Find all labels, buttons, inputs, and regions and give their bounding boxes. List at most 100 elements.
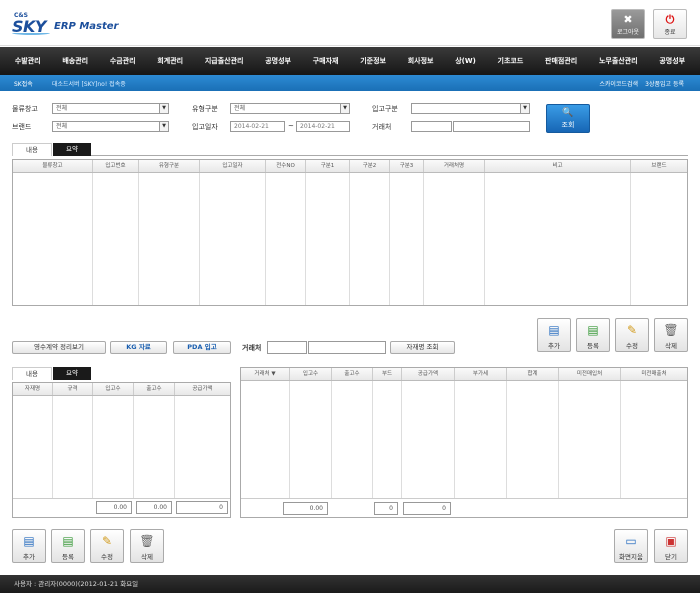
- material-grid-header: 자재명 규격 입고수 출고수 공급가액: [13, 383, 230, 396]
- close-button[interactable]: ▣ 닫기: [654, 529, 688, 563]
- bottom-delete-button[interactable]: 🗑 삭제: [130, 529, 164, 563]
- breadcrumb-current: 3상품입고 등록: [645, 81, 684, 88]
- menu-item[interactable]: 기준정보: [360, 56, 386, 66]
- warehouse-label: 물류창고: [12, 105, 38, 113]
- mid-vendor-code-input[interactable]: [267, 341, 307, 354]
- col-r-in-qty[interactable]: 입고수: [290, 368, 332, 380]
- col-r-vat[interactable]: 부가세: [455, 368, 507, 380]
- date-from-input[interactable]: 2014-02-21: [230, 121, 285, 132]
- vendor-name-input[interactable]: [453, 121, 530, 132]
- menu-item[interactable]: 배송관리: [62, 56, 88, 66]
- clear-screen-button[interactable]: ▭ 화면지움: [614, 529, 648, 563]
- col-r-supply[interactable]: 공급가액: [402, 368, 455, 380]
- add-doc-icon: ▤: [548, 323, 560, 337]
- type-select[interactable]: 전체 ▼: [230, 103, 350, 114]
- col-vendor-label: 거래처: [254, 371, 270, 377]
- col-in-qty[interactable]: 입고수: [93, 383, 134, 395]
- bottom-register-button[interactable]: ▤ 등록: [51, 529, 85, 563]
- delete-button[interactable]: 🗑 삭제: [654, 318, 688, 352]
- logo-swoosh: [12, 31, 50, 35]
- menu-item[interactable]: 회계관리: [157, 56, 183, 66]
- contract-history-button[interactable]: 영수계약 정리보기: [12, 341, 106, 354]
- menu-item[interactable]: 구매자재: [313, 56, 339, 66]
- tab-summary[interactable]: 요약: [53, 143, 91, 156]
- menu-item[interactable]: 상(W): [455, 56, 476, 66]
- col-warehouse[interactable]: 물류창고: [13, 160, 93, 172]
- vendor-label: 거래처: [372, 123, 392, 131]
- search-button[interactable]: 🔍 조회: [546, 104, 590, 133]
- material-search-button[interactable]: 자재명 조회: [390, 341, 455, 354]
- sum-out-qty: 0.00: [136, 501, 172, 514]
- vendor-code-input[interactable]: [411, 121, 452, 132]
- register-button[interactable]: ▤ 등록: [576, 318, 610, 352]
- col-r-unit[interactable]: 부드: [373, 368, 402, 380]
- brand-select[interactable]: 전체 ▼: [52, 121, 169, 132]
- col-vendor[interactable]: 거래처 ▼: [241, 368, 290, 380]
- warehouse-value: 전체: [56, 105, 68, 112]
- add-label: 추가: [548, 342, 560, 350]
- search-label: 조회: [561, 121, 575, 129]
- bottom-delete-label: 삭제: [141, 553, 153, 561]
- grid-line: [174, 396, 175, 499]
- code-search-link[interactable]: 스카이코드검색: [599, 79, 638, 88]
- logout-label: 로그아웃: [616, 29, 640, 36]
- grid-line: [289, 381, 290, 499]
- col-class3[interactable]: 구분3: [390, 160, 424, 172]
- col-spec[interactable]: 규격: [53, 383, 93, 395]
- col-supply-amount[interactable]: 공급가액: [175, 383, 230, 395]
- grid-line: [620, 381, 621, 499]
- warehouse-select[interactable]: 전체 ▼: [52, 103, 169, 114]
- menu-item[interactable]: 노무출산관리: [599, 56, 638, 66]
- close-label: 닫기: [665, 553, 677, 561]
- col-class2[interactable]: 구분2: [350, 160, 390, 172]
- logout-button[interactable]: ✖ 로그아웃: [611, 9, 645, 39]
- bottom-add-button[interactable]: ▤ 추가: [12, 529, 46, 563]
- col-material-name[interactable]: 자재명: [13, 383, 53, 395]
- menu-item[interactable]: 공명성부: [265, 56, 291, 66]
- bottom-edit-button[interactable]: ✎ 수정: [90, 529, 124, 563]
- date-to-input[interactable]: 2014-02-21: [296, 121, 350, 132]
- menu-item[interactable]: 기초코드: [498, 56, 524, 66]
- status-subbar: SK접속 대소드서버 [SKY]no! 접속중 스카이코드검색 3상품입고 등록: [0, 75, 700, 91]
- tab-content[interactable]: 내용: [12, 143, 52, 156]
- col-r-out-qty[interactable]: 출고수: [332, 368, 373, 380]
- edit-button[interactable]: ✎ 수정: [615, 318, 649, 352]
- kg-data-button[interactable]: KG 자료: [110, 341, 167, 354]
- col-type[interactable]: 유형구분: [139, 160, 200, 172]
- menu-item[interactable]: 공명성부: [659, 56, 685, 66]
- col-class1[interactable]: 구분1: [306, 160, 350, 172]
- bottom-tab-content[interactable]: 내용: [12, 367, 52, 380]
- col-r-unpaid-sales[interactable]: 미전매출처: [621, 368, 687, 380]
- app-logo: C&S SKY ERP Master: [12, 12, 119, 38]
- pda-receipt-button[interactable]: PDA 입고: [173, 341, 231, 354]
- exit-button[interactable]: ⏻ 종료: [653, 9, 687, 39]
- bottom-add-label: 추가: [23, 553, 35, 561]
- pencil-icon: ✎: [101, 534, 113, 548]
- grid-line: [138, 173, 139, 305]
- grid-line: [305, 173, 306, 305]
- menu-item[interactable]: 회사정보: [408, 56, 434, 66]
- grid-footer-line: [241, 498, 687, 499]
- col-receipt-no[interactable]: 입고번호: [93, 160, 139, 172]
- mid-vendor-name-input[interactable]: [308, 341, 386, 354]
- col-r-total[interactable]: 합계: [507, 368, 559, 380]
- bottom-tab-summary[interactable]: 요약: [53, 367, 91, 380]
- in-kind-select[interactable]: ▼: [411, 103, 530, 114]
- pencil-icon: ✎: [626, 323, 638, 337]
- delete-label: 삭제: [665, 342, 677, 350]
- grid-line: [199, 173, 200, 305]
- col-vendor-name[interactable]: 거래처명: [424, 160, 485, 172]
- col-slip-no[interactable]: 전수NO: [266, 160, 306, 172]
- col-out-qty[interactable]: 출고수: [134, 383, 175, 395]
- menu-item[interactable]: 판매점관리: [545, 56, 577, 66]
- menu-item[interactable]: 수금관리: [110, 56, 136, 66]
- col-date[interactable]: 입고일자: [200, 160, 266, 172]
- add-button[interactable]: ▤ 추가: [537, 318, 571, 352]
- col-note[interactable]: 비고: [485, 160, 631, 172]
- menu-item[interactable]: 지급출산관리: [205, 56, 244, 66]
- col-brand[interactable]: 브랜드: [631, 160, 687, 172]
- register-doc-icon: ▤: [62, 534, 74, 548]
- grid-line: [558, 381, 559, 499]
- col-r-unpaid-purchase[interactable]: 미전매입처: [559, 368, 621, 380]
- menu-item[interactable]: 수발관리: [15, 56, 41, 66]
